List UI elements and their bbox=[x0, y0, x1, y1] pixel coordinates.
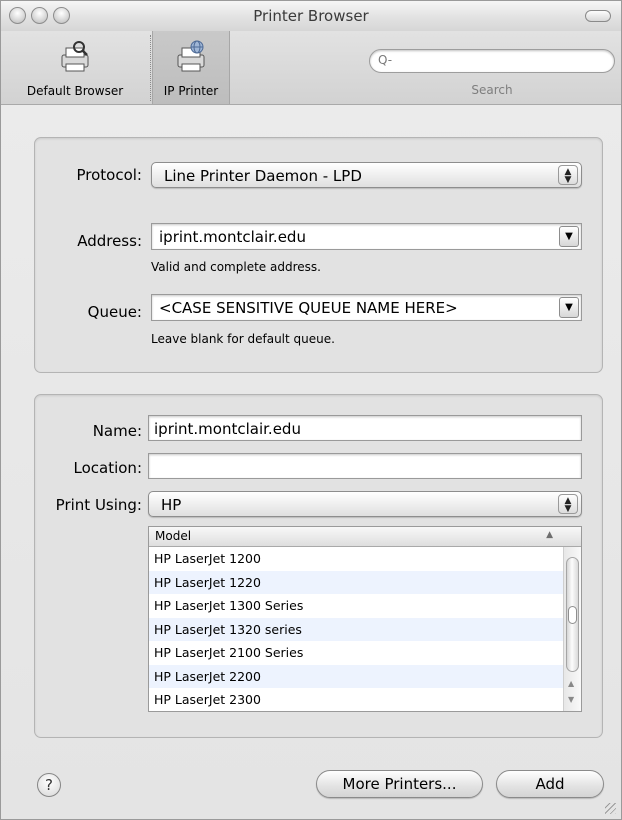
scroll-up-arrow-icon[interactable]: ▲ bbox=[568, 679, 574, 688]
more-printers-button[interactable]: More Printers... bbox=[316, 770, 483, 798]
protocol-label: Protocol: bbox=[76, 166, 142, 184]
table-row[interactable]: HP LaserJet 1200 bbox=[149, 547, 563, 571]
location-textfield[interactable] bbox=[148, 453, 582, 479]
table-row[interactable]: HP LaserJet 1300 Series bbox=[149, 594, 563, 618]
queue-combo[interactable]: ▼ bbox=[151, 294, 582, 321]
protocol-value: Line Printer Daemon - LPD bbox=[164, 167, 362, 185]
model-table[interactable]: Model ▲ HP LaserJet 1200 HP LaserJet 122… bbox=[148, 526, 582, 712]
print-using-label: Print Using: bbox=[55, 496, 142, 514]
search-input[interactable] bbox=[396, 52, 596, 70]
toolbar-item-default-browser[interactable]: Default Browser bbox=[1, 31, 149, 104]
toolbar-item-label: IP Printer bbox=[163, 84, 219, 98]
help-button[interactable]: ? bbox=[37, 773, 61, 797]
address-hint: Valid and complete address. bbox=[151, 260, 321, 274]
model-column-header[interactable]: Model ▲ bbox=[149, 527, 581, 547]
name-label: Name: bbox=[92, 422, 142, 440]
scrollbar-thumb[interactable] bbox=[566, 557, 579, 672]
table-row[interactable]: HP LaserJet 2100 Series bbox=[149, 641, 563, 665]
table-row[interactable]: HP LaserJet 1220 bbox=[149, 570, 563, 594]
search-field[interactable]: Q- bbox=[369, 49, 615, 73]
address-field[interactable] bbox=[159, 227, 549, 247]
add-button[interactable]: Add bbox=[496, 770, 604, 798]
scroll-thumb-grip bbox=[568, 606, 577, 624]
name-textfield[interactable] bbox=[148, 415, 582, 441]
queue-field[interactable] bbox=[159, 298, 549, 318]
address-label: Address: bbox=[77, 232, 142, 250]
model-rows: HP LaserJet 1200 HP LaserJet 1220 HP Las… bbox=[149, 547, 563, 711]
chevron-down-icon[interactable]: ▼ bbox=[559, 297, 579, 318]
printer-browser-window: Printer Browser Default Browser IP Print… bbox=[0, 0, 622, 820]
table-row[interactable]: HP LaserJet 2300 bbox=[149, 688, 563, 711]
toolbar-separator bbox=[150, 35, 151, 101]
print-using-popup[interactable]: HP ▲ ▼ bbox=[148, 491, 582, 517]
queue-hint: Leave blank for default queue. bbox=[151, 332, 335, 346]
search-caption: Search bbox=[471, 83, 513, 97]
toolbar: Default Browser IP Printer Q- Search bbox=[1, 31, 621, 105]
location-field[interactable] bbox=[154, 457, 574, 477]
search-icon: Q- bbox=[378, 53, 393, 67]
table-row[interactable]: HP LaserJet 2200 bbox=[149, 664, 563, 688]
ip-printer-icon bbox=[177, 40, 205, 72]
scroll-down-arrow-icon[interactable]: ▼ bbox=[568, 695, 574, 704]
default-browser-printer-icon bbox=[61, 41, 89, 72]
title-bar[interactable]: Printer Browser bbox=[1, 1, 621, 31]
location-label: Location: bbox=[73, 459, 143, 477]
window-title: Printer Browser bbox=[253, 7, 369, 25]
vertical-scrollbar[interactable]: ▲ ▼ bbox=[563, 547, 581, 711]
queue-label: Queue: bbox=[87, 303, 142, 321]
toolbar-item-ip-printer[interactable]: IP Printer bbox=[152, 31, 230, 104]
resize-grip-icon[interactable] bbox=[605, 803, 616, 814]
popup-arrows-icon: ▲ ▼ bbox=[558, 165, 578, 185]
table-row[interactable]: HP LaserJet 1320 series bbox=[149, 617, 563, 641]
column-title: Model bbox=[155, 529, 192, 543]
chevron-down-icon[interactable]: ▼ bbox=[559, 226, 579, 247]
name-field[interactable] bbox=[154, 419, 574, 439]
toolbar-item-label: Default Browser bbox=[26, 84, 124, 98]
popup-arrows-icon: ▲ ▼ bbox=[558, 494, 578, 514]
protocol-popup[interactable]: Line Printer Daemon - LPD ▲ ▼ bbox=[151, 162, 582, 188]
sort-ascending-icon: ▲ bbox=[546, 530, 553, 540]
toolbar-toggle-button[interactable] bbox=[585, 10, 611, 22]
address-combo[interactable]: ▼ bbox=[151, 223, 582, 250]
print-using-value: HP bbox=[161, 496, 182, 514]
